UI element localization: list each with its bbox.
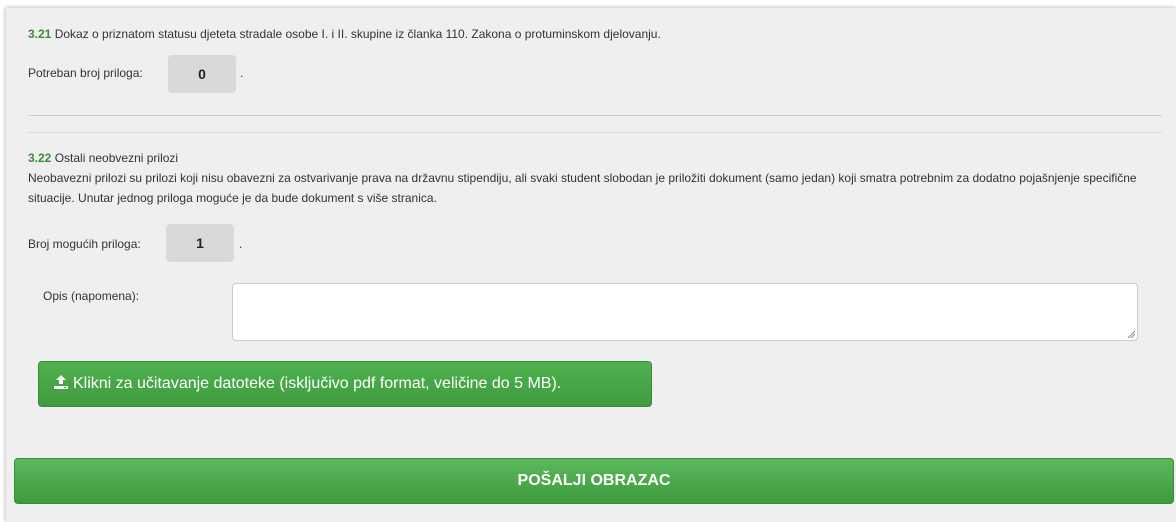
section-title: Dokaz o priznatom statusu djeteta strada… xyxy=(54,27,661,41)
upload-icon xyxy=(53,364,69,408)
section-title: Ostali neobvezni prilozi xyxy=(54,151,179,165)
required-attachments-count: 0 xyxy=(168,55,236,93)
note-label: Opis (napomena): xyxy=(43,289,140,303)
section-description: Neobavezni prilozi su prilozi koji nisu … xyxy=(28,171,1137,205)
required-attachments-label: Potreban broj priloga: xyxy=(28,66,143,80)
resize-handle-icon[interactable] xyxy=(1127,330,1135,338)
divider xyxy=(28,132,1162,133)
section-number: 3.22 xyxy=(28,151,52,165)
trailing-dot: . xyxy=(240,66,244,80)
submit-form-button[interactable]: POŠALJI OBRAZAC xyxy=(14,458,1174,504)
section-number: 3.21 xyxy=(28,27,52,41)
upload-file-button[interactable]: Klikni za učitavanje datoteke (isključiv… xyxy=(38,361,652,407)
section-3-22-heading: 3.22 Ostali neobvezni prilozi xyxy=(28,151,178,165)
possible-attachments-count: 1 xyxy=(166,224,234,262)
trailing-dot: . xyxy=(239,237,243,251)
note-textarea[interactable] xyxy=(232,283,1138,341)
possible-attachments-label: Broj mogućih priloga: xyxy=(28,237,141,251)
divider xyxy=(28,115,1162,116)
upload-button-label: Klikni za učitavanje datoteke (isključiv… xyxy=(73,375,562,392)
section-3-21-heading: 3.21 Dokaz o priznatom statusu djeteta s… xyxy=(28,27,661,41)
